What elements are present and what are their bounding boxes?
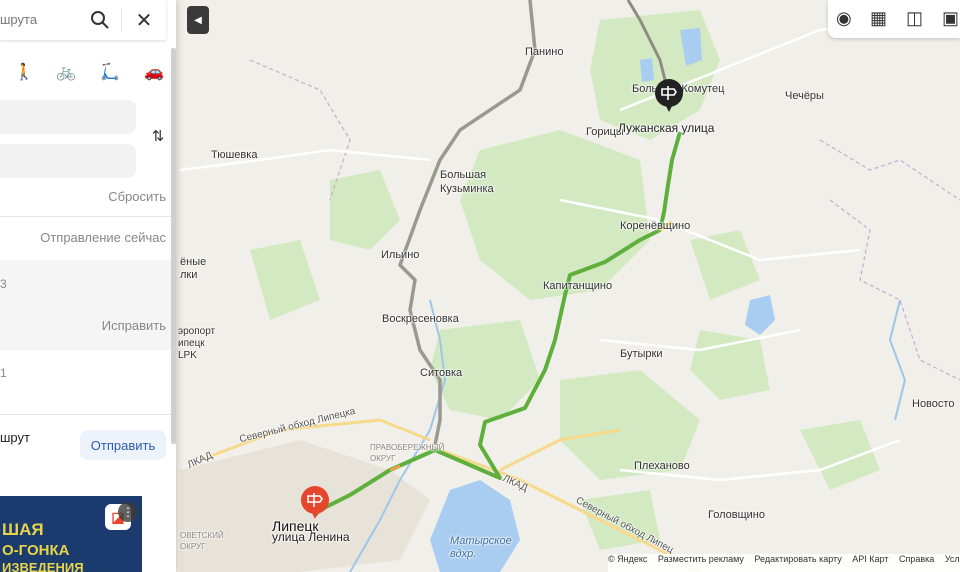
- divider: [0, 216, 176, 217]
- fix-link[interactable]: Исправить: [102, 318, 166, 333]
- walk-icon[interactable]: 🚶: [14, 62, 34, 82]
- label-pravoberezhny: ПРАВОБЕРЕЖНЫЙ ОКРУГ: [370, 443, 445, 463]
- more-icon[interactable]: ⋮: [118, 502, 138, 522]
- send-button[interactable]: Отправить: [80, 430, 166, 460]
- label-bolshaya-kuzminka: Большая Кузьминка: [440, 169, 494, 195]
- terms-link[interactable]: Услов: [945, 554, 960, 564]
- camera-icon[interactable]: ◫: [906, 8, 923, 29]
- reset-link[interactable]: Сбросить: [108, 189, 166, 204]
- label-voskresenovka: Воскресеновка: [382, 313, 459, 325]
- label-sitovka: Ситовка: [420, 367, 463, 379]
- search-input[interactable]: шрута: [0, 12, 37, 27]
- search-icon[interactable]: [86, 6, 114, 34]
- swap-icon[interactable]: ⇅: [146, 126, 170, 146]
- label-kapitanshchino: Капитанщино: [543, 280, 613, 292]
- label-luzhanskaya: Лужанская улица: [618, 121, 715, 135]
- label-airport: эропорт ипецк LPK: [178, 326, 216, 361]
- route-option-number-2: 1: [0, 366, 7, 380]
- divider-2: [0, 414, 176, 415]
- route-option-number: 3: [0, 277, 7, 291]
- ad-text-1: ШАЯ: [2, 520, 44, 539]
- collapse-panel-button[interactable]: ◀: [187, 6, 209, 34]
- to-field[interactable]: [0, 144, 136, 178]
- transport-modes: 🚶 🚲 🛴 🚗: [0, 58, 176, 88]
- scooter-icon[interactable]: 🛴: [100, 62, 120, 82]
- ad-text-2: О-ГОНКА: [2, 542, 70, 559]
- departure-time[interactable]: Отправление сейчас: [40, 230, 166, 245]
- destination-pin[interactable]: [654, 78, 684, 116]
- from-field[interactable]: [0, 100, 136, 134]
- label-ilyino: Ильино: [381, 249, 420, 261]
- origin-pin[interactable]: [300, 485, 330, 523]
- layers-icon[interactable]: ◉: [836, 8, 852, 29]
- transport-icon[interactable]: ▣: [942, 8, 959, 29]
- route-panel: шрута ✕ 🚶 🚲 🛴 🚗 ⇅ Сбросить Отправление с…: [0, 0, 176, 572]
- ads-link[interactable]: Разместить рекламу: [658, 554, 744, 564]
- map-footer: © Яндекс Разместить рекламу Редактироват…: [608, 554, 960, 572]
- edit-map-link[interactable]: Редактировать карту: [754, 554, 841, 564]
- label-novosto: Новосто: [912, 398, 955, 410]
- route-option-1[interactable]: 3 Исправить: [0, 260, 176, 350]
- map-toolbar: ◉ ▦ ◫ ▣: [828, 0, 960, 38]
- panel-scrollbar[interactable]: [171, 48, 176, 444]
- search-bar[interactable]: шрута ✕: [0, 0, 166, 40]
- label-polki: ёные лки: [180, 256, 207, 281]
- label-ulitsa-lenina: улица Ленина: [272, 530, 350, 544]
- label-koreneshchino: Коренёвщино: [620, 220, 691, 232]
- label-golovshchino: Головщино: [708, 509, 765, 521]
- map-type-icon[interactable]: ▦: [870, 8, 887, 29]
- close-icon[interactable]: ✕: [130, 6, 158, 34]
- label-tyushevka: Тюшевка: [211, 149, 258, 161]
- label-chechery: Чечёры: [785, 90, 824, 102]
- label-sovetsky: ОВЕТСКИЙ ОКРУГ: [180, 531, 224, 551]
- label-butyrki: Бутырки: [620, 348, 663, 360]
- copyright-text: © Яндекс: [608, 554, 648, 564]
- ad-text-3: ИЗВЕДЕНИЯ: [2, 560, 84, 572]
- car-icon[interactable]: 🚗: [144, 62, 164, 82]
- chevron-left-icon: ◀: [194, 14, 202, 26]
- label-panino: Панино: [525, 46, 564, 58]
- label-matyrskoe: Матырское вдхр.: [450, 535, 512, 560]
- search-divider: [121, 8, 122, 32]
- ad-banner[interactable]: ШАЯ О-ГОНКА ИЗВЕДЕНИЯ ◪ ⋮: [0, 496, 142, 572]
- api-link[interactable]: API Карт: [852, 554, 888, 564]
- route-share-label: шрут: [0, 430, 30, 445]
- label-plekhanovo: Плеханово: [634, 460, 690, 472]
- bike-icon[interactable]: 🚲: [56, 62, 76, 82]
- route-option-2[interactable]: 1: [0, 350, 176, 414]
- help-link[interactable]: Справка: [899, 554, 934, 564]
